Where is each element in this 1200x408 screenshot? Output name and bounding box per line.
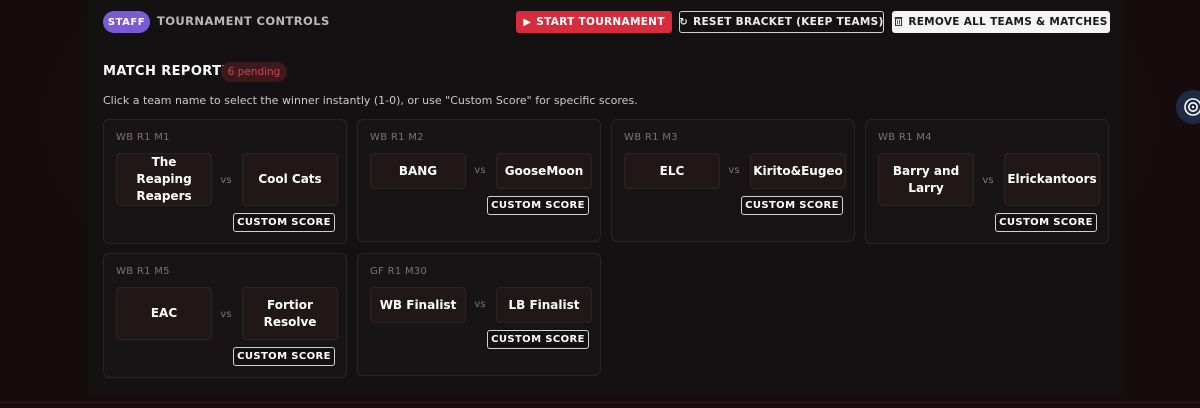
start-tournament-button[interactable]: ▶ START TOURNAMENT: [516, 11, 672, 33]
vs-label: vs: [220, 175, 232, 186]
pending-badge: 6 pending: [221, 62, 287, 82]
custom-score-button[interactable]: CUSTOM SCORE: [487, 196, 589, 215]
reset-bracket-button[interactable]: ↻ RESET BRACKET (KEEP TEAMS): [679, 11, 884, 33]
match-label: WB R1 M4: [878, 132, 932, 143]
instructions-text: Click a team name to select the winner i…: [103, 94, 638, 107]
match-label: WB R1 M2: [370, 132, 424, 143]
team2-button[interactable]: Fortior Resolve: [242, 287, 338, 340]
start-tournament-label: START TOURNAMENT: [536, 16, 665, 28]
remove-all-label: REMOVE ALL TEAMS & MATCHES: [908, 16, 1108, 28]
custom-score-button[interactable]: CUSTOM SCORE: [233, 347, 335, 366]
team1-button[interactable]: EAC: [116, 287, 212, 340]
team2-button[interactable]: Elrickantoors: [1004, 153, 1100, 206]
custom-score-button[interactable]: CUSTOM SCORE: [233, 213, 335, 232]
tournament-controls: STAFF TOURNAMENT CONTROLS ▶ START TOURNA…: [103, 11, 1110, 33]
play-icon: ▶: [523, 16, 532, 28]
vs-label: vs: [220, 309, 232, 320]
match-label: WB R1 M1: [116, 132, 170, 143]
team1-button[interactable]: ELC: [624, 153, 720, 189]
vs-label: vs: [474, 165, 486, 176]
custom-score-button[interactable]: CUSTOM SCORE: [487, 330, 589, 349]
team2-button[interactable]: GooseMoon: [496, 153, 592, 189]
team1-button[interactable]: The Reaping Reapers: [116, 153, 212, 206]
match-card: WB R1 M5 EAC vs Fortior Resolve CUSTOM S…: [103, 253, 347, 378]
vs-label: vs: [728, 165, 740, 176]
team1-button[interactable]: Barry and Larry: [878, 153, 974, 206]
match-label: WB R1 M3: [624, 132, 678, 143]
remove-all-button[interactable]: REMOVE ALL TEAMS & MATCHES: [892, 11, 1110, 33]
team1-button[interactable]: BANG: [370, 153, 466, 189]
vs-label: vs: [982, 175, 994, 186]
match-card: WB R1 M4 Barry and Larry vs Elrickantoor…: [865, 119, 1109, 244]
staff-badge: STAFF: [103, 11, 150, 33]
match-card: WB R1 M2 BANG vs GooseMoon CUSTOM SCORE: [357, 119, 601, 242]
team2-button[interactable]: Kirito&Eugeo: [750, 153, 846, 189]
controls-title: TOURNAMENT CONTROLS: [157, 14, 330, 28]
divider: [0, 402, 1200, 403]
team2-button[interactable]: Cool Cats: [242, 153, 338, 206]
match-label: WB R1 M5: [116, 266, 170, 277]
custom-score-button[interactable]: CUSTOM SCORE: [995, 213, 1097, 232]
match-label: GF R1 M30: [370, 266, 428, 277]
match-card: WB R1 M3 ELC vs Kirito&Eugeo CUSTOM SCOR…: [611, 119, 855, 242]
refresh-icon: ↻: [679, 16, 689, 28]
team2-button[interactable]: LB Finalist: [496, 287, 592, 323]
vs-label: vs: [474, 299, 486, 310]
reset-bracket-label: RESET BRACKET (KEEP TEAMS): [693, 16, 884, 28]
custom-score-button[interactable]: CUSTOM SCORE: [741, 196, 843, 215]
trash-icon: [894, 16, 903, 29]
team1-button[interactable]: WB Finalist: [370, 287, 466, 323]
match-card: WB R1 M1 The Reaping Reapers vs Cool Cat…: [103, 119, 347, 244]
match-card: GF R1 M30 WB Finalist vs LB Finalist CUS…: [357, 253, 601, 376]
